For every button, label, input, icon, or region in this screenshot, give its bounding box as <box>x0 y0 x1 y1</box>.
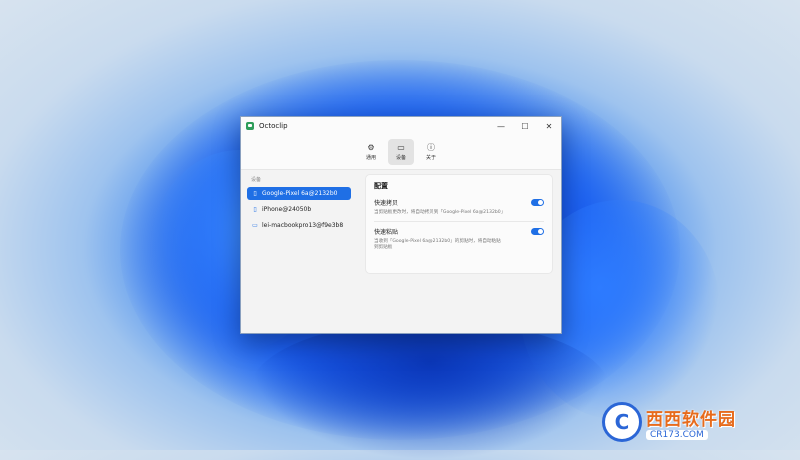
config-panel: 配置 快速拷贝 当剪贴板更改时，将自动拷贝到「Google-Pixel 6a@2… <box>357 170 561 333</box>
option-row-quick-copy: 快速拷贝 <box>374 198 544 207</box>
watermark-url: CR173.COM <box>646 429 708 440</box>
sidebar-heading: 设备 <box>251 177 262 183</box>
tab-general-label: 通用 <box>365 155 376 161</box>
option-label: 快速粘贴 <box>374 229 399 236</box>
close-button[interactable]: ✕ <box>537 117 561 135</box>
phone-icon: ▯ <box>253 206 257 213</box>
window-controls: — ☐ ✕ <box>489 117 561 135</box>
close-icon: ✕ <box>545 121 553 131</box>
watermark-text: 西西软件园 CR173.COM <box>646 405 736 440</box>
minimize-icon: — <box>497 121 505 131</box>
tab-devices[interactable]: ▭ 设备 <box>388 139 414 165</box>
tab-about-label: 关于 <box>425 155 436 161</box>
config-card: 配置 快速拷贝 当剪贴板更改时，将自动拷贝到「Google-Pixel 6a@2… <box>365 174 553 274</box>
device-name: Google-Pixel 6a@2132b0 <box>262 190 338 197</box>
app-logo-icon <box>246 122 254 130</box>
option-description: 当收到「Google-Pixel 6a@2132b0」的剪贴时，将自动粘贴到剪贴… <box>374 239 501 250</box>
option-label: 快速拷贝 <box>374 200 399 207</box>
maximize-button[interactable]: ☐ <box>513 117 537 135</box>
window-title: Octoclip <box>259 122 288 130</box>
tab-devices-label: 设备 <box>395 155 406 161</box>
tab-toolbar: ⚙ 通用 ▭ 设备 ⓘ 关于 <box>241 135 561 170</box>
device-name: iPhone@24050b <box>262 206 312 213</box>
device-item-pixel[interactable]: ▯ Google-Pixel 6a@2132b0 <box>247 187 351 200</box>
watermark-name: 西西软件园 <box>646 409 736 430</box>
info-icon: ⓘ <box>427 143 435 152</box>
minimize-button[interactable]: — <box>489 117 513 135</box>
device-item-macbook[interactable]: ▭ lei-macbookpro13@f9e3b8 <box>247 219 351 232</box>
device-sidebar: 设备 ▯ Google-Pixel 6a@2132b0 ▯ iPhone@240… <box>241 170 357 333</box>
main-content: 设备 ▯ Google-Pixel 6a@2132b0 ▯ iPhone@240… <box>241 170 561 333</box>
device-item-iphone[interactable]: ▯ iPhone@24050b <box>247 203 351 216</box>
devices-icon: ▭ <box>397 143 405 152</box>
device-name: lei-macbookpro13@f9e3b8 <box>262 222 344 229</box>
quick-copy-toggle[interactable] <box>531 199 544 206</box>
option-description: 当剪贴板更改时，将自动拷贝到「Google-Pixel 6a@2132b0」 <box>374 210 506 215</box>
phone-icon: ▯ <box>253 190 257 197</box>
tab-about[interactable]: ⓘ 关于 <box>418 139 444 165</box>
quick-paste-toggle[interactable] <box>531 228 544 235</box>
tab-general[interactable]: ⚙ 通用 <box>358 139 384 165</box>
divider <box>374 221 544 222</box>
app-window: Octoclip — ☐ ✕ ⚙ 通用 ▭ 设备 ⓘ 关于 设备 ▯ Googl… <box>240 116 562 334</box>
watermark-logo-icon: C <box>602 402 642 442</box>
config-title: 配置 <box>374 182 388 190</box>
site-watermark: C 西西软件园 CR173.COM <box>602 402 782 442</box>
maximize-icon: ☐ <box>521 121 529 131</box>
laptop-icon: ▭ <box>252 222 258 229</box>
gear-icon: ⚙ <box>367 143 375 152</box>
option-row-quick-paste: 快速粘贴 <box>374 227 544 236</box>
title-bar[interactable]: Octoclip — ☐ ✕ <box>241 117 561 135</box>
wallpaper-bloom-petal <box>250 320 610 460</box>
